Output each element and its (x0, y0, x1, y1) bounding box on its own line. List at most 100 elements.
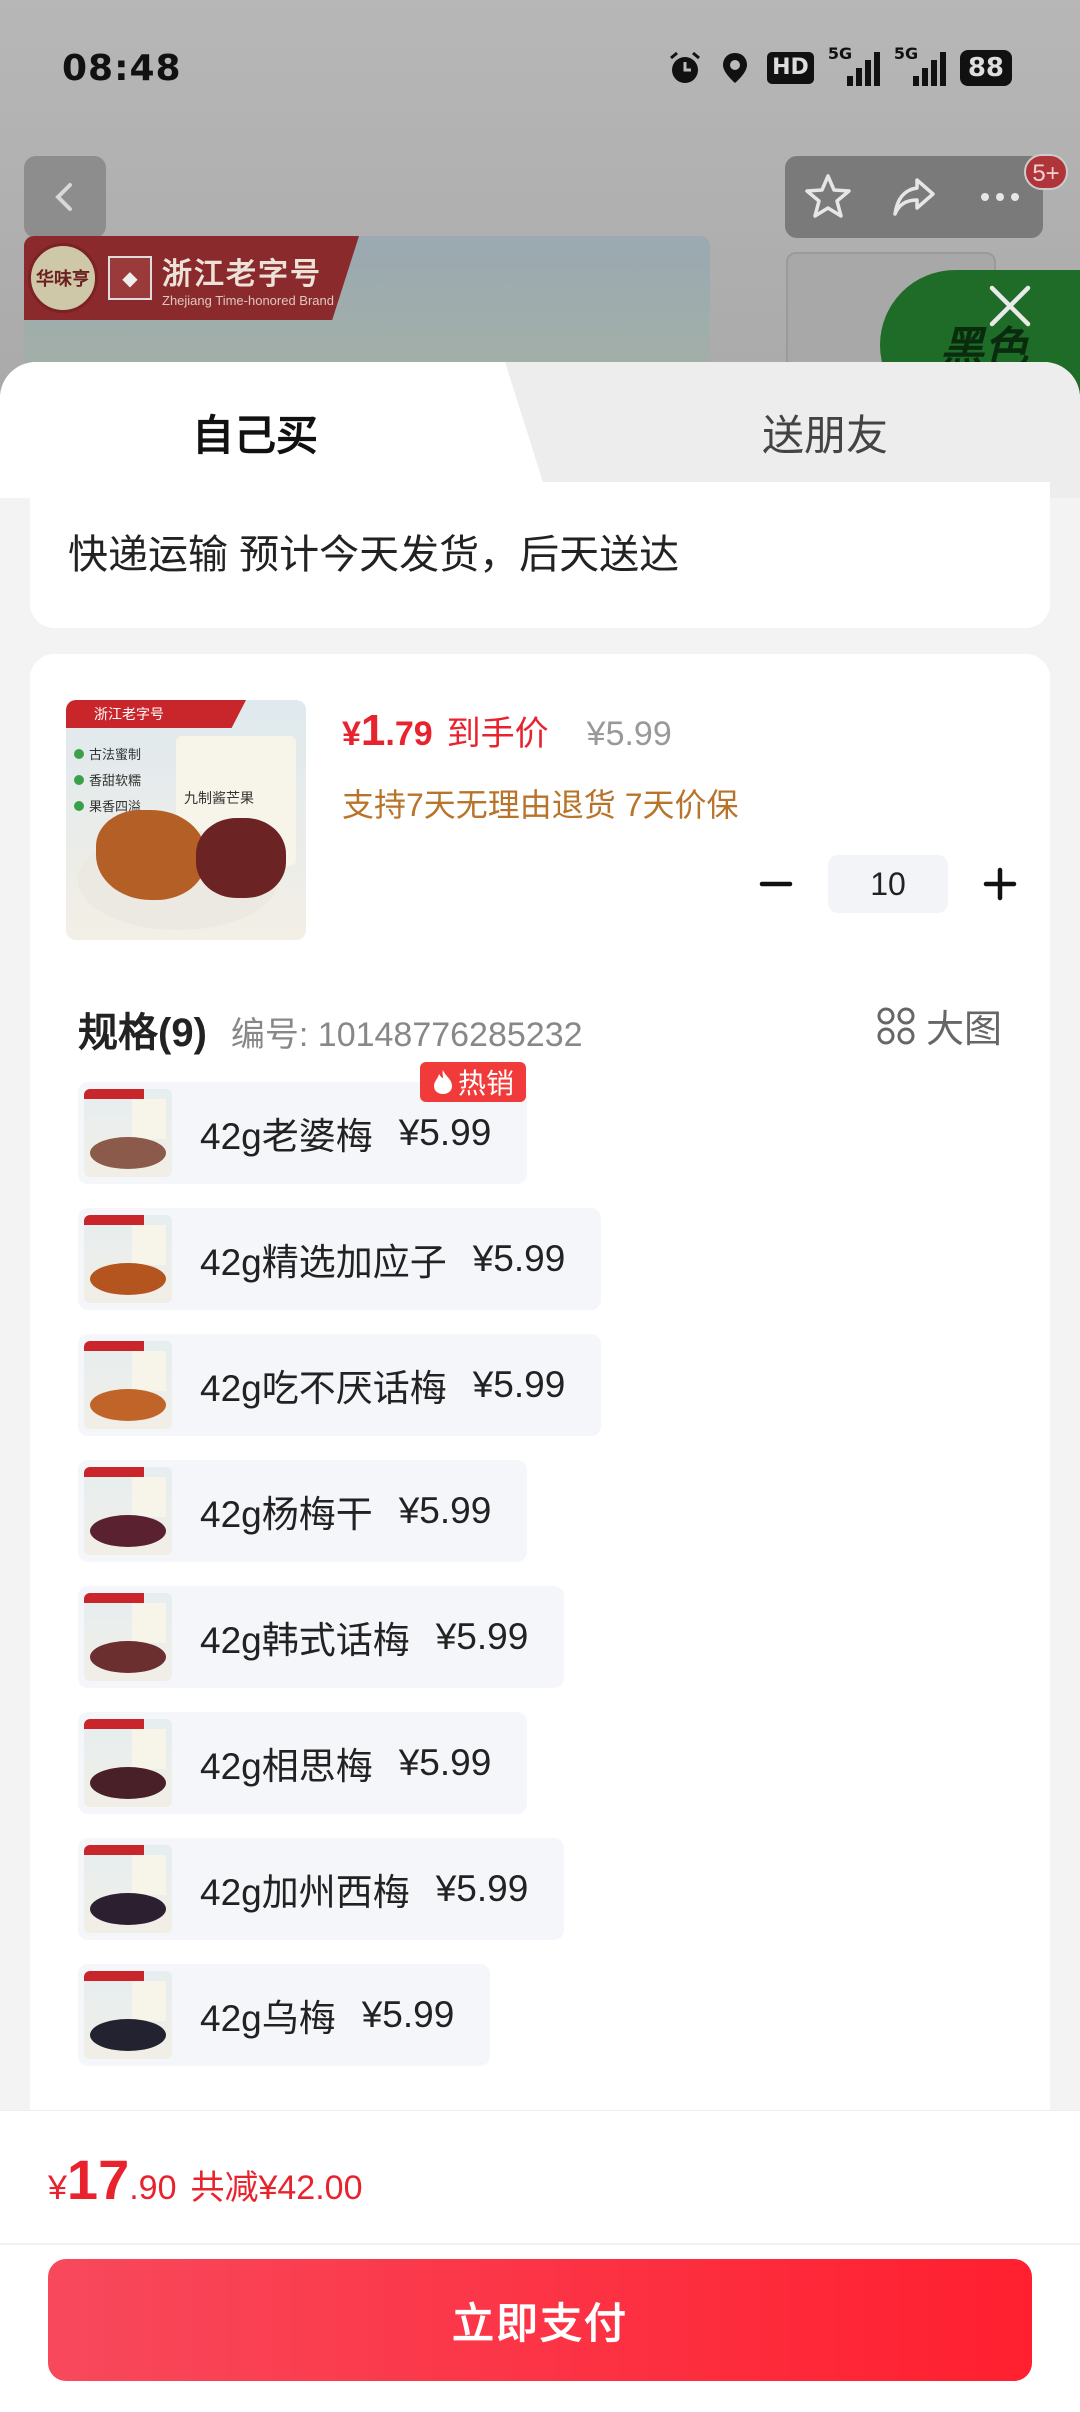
sku-thumbnail (84, 1719, 172, 1807)
sku-option[interactable]: 42g乌梅 ¥5.99 (78, 1964, 491, 2066)
product-code: 编号: 10148776285232 (230, 1016, 583, 1054)
decrease-button[interactable] (746, 854, 806, 914)
brand-ribbon: 华味亨 ◆ 浙江老字号 Zhejiang Time-honored Brand (24, 236, 359, 320)
sku-list: 42g老婆梅 ¥5.99 热销 42g精选加应子 ¥5.99 42g吃不厌话梅 … (78, 1062, 1008, 2090)
close-icon[interactable] (982, 278, 1038, 334)
spec-title: 规格(9) (78, 1011, 207, 1055)
sku-thumbnail (84, 1215, 172, 1303)
product-food (96, 810, 206, 900)
sku-name: 42g加州西梅 (200, 1872, 410, 1913)
quantity-stepper (746, 854, 1030, 914)
status-time: 08:48 (62, 48, 182, 89)
sku-name: 42g老婆梅 (200, 1116, 373, 1157)
sku-thumbnail (84, 1467, 172, 1555)
sku-price: ¥5.99 (435, 1616, 529, 1657)
delivery-card: 快递运输 预计今天发货，后天送达 (30, 482, 1050, 628)
guarantee-text: 支持7天无理由退货 7天价保 (342, 787, 739, 823)
star-icon[interactable] (801, 170, 855, 224)
sku-thumbnail (84, 1089, 172, 1177)
sku-option[interactable]: 42g精选加应子 ¥5.99 (78, 1208, 602, 1310)
tab-self-label[interactable]: 自己买 (60, 402, 450, 463)
signal-icon-2: 5G (894, 44, 946, 88)
price-decimal: .79 (385, 715, 433, 753)
minus-icon (759, 881, 793, 887)
tab-friend-label[interactable]: 送朋友 (620, 402, 1030, 463)
total-integer: 17 (66, 2148, 130, 2211)
delivery-info: 快递运输 预计今天发货，后天送达 (68, 533, 680, 577)
purchase-sheet: 自己买 送朋友 快递运输 预计今天发货，后天送达 浙江老字号 古法蜜制 香甜软糯… (0, 362, 1080, 2412)
sku-price: ¥5.99 (398, 1490, 492, 1531)
background-product-page: 08:48 HD 5G 5G 88 5+ 华味亨 ◆ 浙江老字号 Zhejian… (0, 0, 1080, 420)
sku-option[interactable]: 42g韩式话梅 ¥5.99 (78, 1586, 565, 1688)
sku-name: 42g乌梅 (200, 1998, 336, 2039)
grid-icon (877, 1007, 915, 1044)
original-price: ¥5.99 (586, 715, 672, 753)
total-decimal: .90 (129, 2169, 177, 2207)
product-card: 浙江老字号 古法蜜制 香甜软糯 果香四溢 九制酱芒果 ¥ 1 .79 到手价 ¥… (30, 654, 1050, 2254)
big-image-toggle[interactable]: 大图 (876, 998, 1002, 1053)
divider (0, 2243, 1080, 2245)
hd-badge: HD (767, 52, 814, 84)
sku-name: 42g吃不厌话梅 (200, 1368, 447, 1409)
sku-option[interactable]: 42g加州西梅 ¥5.99 (78, 1838, 565, 1940)
back-button[interactable] (24, 156, 106, 238)
status-bar: 08:48 HD 5G 5G 88 (0, 0, 1080, 140)
brand-text: 浙江老字号 Zhejiang Time-honored Brand (162, 249, 334, 308)
checkout-footer: ¥ 17 .90 共减¥42.00 立即支付 (0, 2110, 1080, 2412)
savings-text: 共减¥42.00 (190, 2169, 363, 2207)
quantity-input[interactable] (828, 855, 948, 913)
sku-name: 42g韩式话梅 (200, 1620, 410, 1661)
sku-option[interactable]: 42g吃不厌话梅 ¥5.99 (78, 1334, 602, 1436)
status-icons: HD 5G 5G 88 (667, 44, 1012, 88)
hot-sale-badge: 热销 (420, 1062, 527, 1102)
increase-button[interactable] (970, 854, 1030, 914)
sku-price: ¥5.99 (398, 1112, 492, 1153)
sku-thumbnail (84, 1593, 172, 1681)
share-icon[interactable] (887, 170, 941, 224)
product-image[interactable]: 浙江老字号 古法蜜制 香甜软糯 果香四溢 九制酱芒果 (66, 700, 306, 940)
plus-icon (983, 867, 1017, 901)
brand-subtitle: Zhejiang Time-honored Brand (162, 292, 334, 308)
more-icon[interactable] (973, 170, 1027, 224)
sku-option[interactable]: 42g杨梅干 ¥5.99 (78, 1460, 528, 1562)
sku-thumbnail (84, 1971, 172, 2059)
pay-now-button[interactable]: 立即支付 (48, 2259, 1032, 2381)
price-row: ¥ 1 .79 到手价 ¥5.99 (342, 706, 672, 756)
fire-icon (434, 1070, 452, 1094)
total-currency: ¥ (48, 2169, 67, 2207)
product-image-header: 浙江老字号 (66, 700, 246, 728)
sku-price: ¥5.99 (398, 1742, 492, 1783)
sku-thumbnail (84, 1341, 172, 1429)
product-image-tag: 香甜软糯 (74, 770, 141, 789)
total-price: ¥ 17 .90 共减¥42.00 (48, 2147, 362, 2212)
product-image-tag: 古法蜜制 (74, 744, 141, 763)
sku-name: 42g杨梅干 (200, 1494, 373, 1535)
price-integer: 1 (360, 706, 386, 755)
product-bag-label: 九制酱芒果 (184, 790, 254, 806)
signal-icon-1: 5G (828, 44, 880, 88)
location-icon (723, 53, 748, 83)
big-image-label: 大图 (925, 1009, 1002, 1051)
brand-seal-icon: ◆ (108, 256, 152, 300)
sku-option[interactable]: 42g相思梅 ¥5.99 (78, 1712, 528, 1814)
purchase-tabs: 自己买 送朋友 (0, 362, 1080, 498)
notification-badge: 5+ (1024, 154, 1068, 190)
sku-option[interactable]: 42g老婆梅 ¥5.99 热销 (78, 1062, 528, 1184)
price-currency: ¥ (342, 715, 361, 753)
hot-sale-label: 热销 (458, 1068, 515, 1099)
brand-name: 浙江老字号 (162, 257, 322, 291)
product-food (196, 818, 286, 898)
sku-name: 42g精选加应子 (200, 1242, 447, 1283)
chevron-left-icon (55, 183, 72, 211)
sku-name: 42g相思梅 (200, 1746, 373, 1787)
final-price-label: 到手价 (446, 715, 549, 753)
alarm-icon (670, 51, 701, 83)
brand-logo: 华味亨 (28, 243, 98, 313)
sku-thumbnail (84, 1845, 172, 1933)
sku-price: ¥5.99 (435, 1868, 529, 1909)
sku-price: ¥5.99 (472, 1238, 566, 1279)
battery-icon: 88 (959, 50, 1012, 86)
top-action-group (785, 156, 1043, 238)
sku-price: ¥5.99 (472, 1364, 566, 1405)
sku-price: ¥5.99 (361, 1994, 455, 2035)
